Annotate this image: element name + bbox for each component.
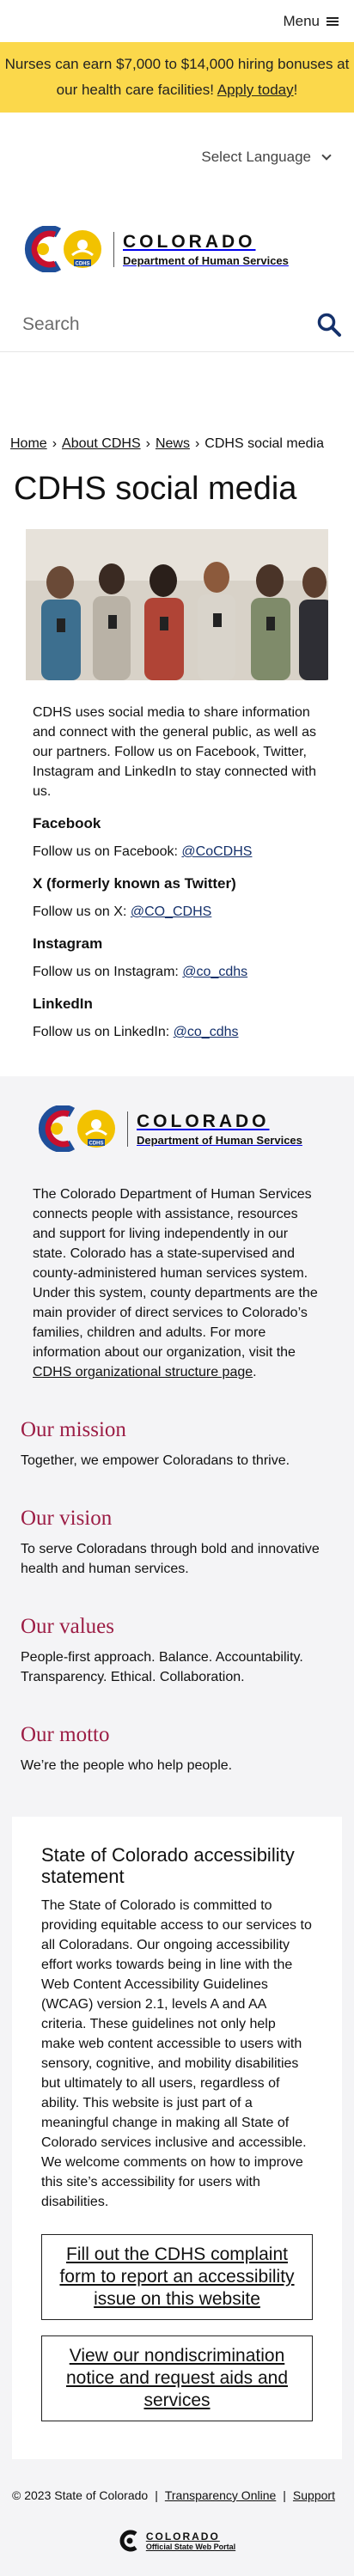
x-paragraph: Follow us on X: @CO_CDHS bbox=[33, 902, 321, 922]
apply-today-link[interactable]: Apply today bbox=[217, 82, 294, 98]
colorado-c-icon: CDHS bbox=[24, 226, 101, 272]
top-bar: Menu bbox=[0, 0, 354, 42]
cdhs-logo[interactable]: CDHS COLORADO Department of Human Servic… bbox=[21, 226, 289, 272]
accessibility-statement: State of Colorado accessibility statemen… bbox=[12, 1817, 342, 2459]
footer-links: © 2023 State of Colorado | Transparency On… bbox=[12, 2488, 342, 2502]
motto-heading: Our motto bbox=[21, 1723, 110, 1746]
page-title: CDHS social media bbox=[14, 471, 297, 507]
main-content: Home › About CDHS › News › CDHS social media C… bbox=[0, 352, 354, 1042]
state-name: COLORADO bbox=[123, 231, 256, 252]
support-link[interactable]: Support bbox=[293, 2488, 335, 2502]
site-footer: CDHS COLORADO Department of Human Servic… bbox=[0, 1076, 354, 2576]
accessibility-heading: State of Colorado accessibility statemen… bbox=[41, 1844, 295, 1887]
vision-heading: Our vision bbox=[21, 1507, 113, 1530]
logo-text: COLORADO Department of Human Services bbox=[113, 231, 289, 267]
values-section: Our values People-first approach. Balanc… bbox=[0, 1615, 354, 1687]
badge-text: CDHS bbox=[75, 262, 89, 267]
hamburger-icon bbox=[327, 16, 339, 27]
intro-paragraph: CDHS uses social media to share informat… bbox=[33, 705, 316, 799]
instagram-link[interactable]: @co_cdhs bbox=[182, 965, 247, 979]
linkedin-heading: LinkedIn bbox=[33, 996, 93, 1012]
linkedin-paragraph: Follow us on LinkedIn: @co_cdhs bbox=[33, 1022, 321, 1042]
values-text: People-first approach. Balance. Accounta… bbox=[21, 1650, 303, 1684]
instagram-paragraph: Follow us on Instagram: @co_cdhs bbox=[33, 962, 321, 982]
accessibility-text: The State of Colorado is committed to pr… bbox=[41, 1898, 312, 2209]
footer-separator: | bbox=[283, 2488, 286, 2502]
footer-separator: | bbox=[155, 2488, 158, 2502]
breadcrumb-home[interactable]: Home bbox=[10, 436, 47, 451]
footer-cdhs-logo[interactable]: CDHS COLORADO Department of Human Servic… bbox=[0, 1092, 354, 1166]
values-heading: Our values bbox=[21, 1615, 114, 1638]
alert-banner: Nurses can earn $7,000 to $14,000 hiring… bbox=[0, 42, 354, 113]
language-selector[interactable]: Select Language bbox=[0, 113, 354, 201]
breadcrumb-separator: › bbox=[52, 436, 58, 451]
x-link[interactable]: @CO_CDHS bbox=[131, 904, 211, 919]
site-header: Menu Nurses can earn $7,000 to $14,000 h… bbox=[0, 0, 354, 352]
footer-department-name: Department of Human Services bbox=[137, 1133, 302, 1147]
people-with-phones-image bbox=[26, 529, 328, 680]
menu-label: Menu bbox=[283, 12, 320, 29]
breadcrumb-about[interactable]: About CDHS bbox=[62, 436, 141, 451]
search-icon[interactable] bbox=[316, 312, 342, 338]
breadcrumb-separator: › bbox=[145, 436, 150, 451]
portal-sub: Official State Web Portal bbox=[145, 2543, 236, 2551]
facebook-link[interactable]: @CoCDHS bbox=[181, 844, 252, 859]
breadcrumb-news[interactable]: News bbox=[156, 436, 190, 451]
alert-suffix: ! bbox=[293, 82, 298, 98]
colorado-c-icon bbox=[119, 2530, 137, 2552]
motto-text: We’re the people who help people. bbox=[21, 1758, 233, 1773]
state-portal-text: COLORADO Official State Web Portal bbox=[146, 2530, 235, 2551]
motto-section: Our motto We’re the people who help peop… bbox=[0, 1723, 354, 1775]
instagram-heading: Instagram bbox=[33, 935, 103, 952]
about-end: . bbox=[253, 1365, 257, 1379]
department-name: Department of Human Services bbox=[123, 253, 289, 267]
hero-image bbox=[26, 529, 328, 680]
linkedin-text: Follow us on LinkedIn: bbox=[33, 1025, 174, 1039]
footer-logo-text: COLORADO Department of Human Services bbox=[127, 1111, 302, 1147]
menu-button[interactable]: Menu bbox=[283, 13, 339, 30]
facebook-text: Follow us on Facebook: bbox=[33, 844, 182, 859]
breadcrumb-separator: › bbox=[194, 436, 200, 451]
org-structure-link[interactable]: CDHS organizational structure page bbox=[33, 1365, 253, 1379]
vision-section: Our vision To serve Coloradans through b… bbox=[0, 1507, 354, 1579]
facebook-paragraph: Follow us on Facebook: @CoCDHS bbox=[33, 842, 321, 862]
nondiscrimination-button[interactable]: View our nondiscrimination notice and re… bbox=[41, 2335, 313, 2421]
about-text: The Colorado Department of Human Service… bbox=[33, 1187, 318, 1360]
x-heading: X (formerly known as Twitter) bbox=[33, 875, 236, 892]
transparency-link[interactable]: Transparency Online bbox=[165, 2488, 276, 2502]
x-text: Follow us on X: bbox=[33, 904, 131, 919]
search-input[interactable] bbox=[22, 314, 280, 335]
copyright: © 2023 State of Colorado bbox=[12, 2488, 149, 2502]
mission-text: Together, we empower Coloradans to thriv… bbox=[21, 1453, 290, 1468]
brand-area: CDHS COLORADO Department of Human Servic… bbox=[0, 201, 354, 297]
bottom-bar: © 2023 State of Colorado | Transparency On… bbox=[0, 2473, 354, 2576]
mission-section: Our mission Together, we empower Colorad… bbox=[0, 1418, 354, 1471]
about-paragraph: The Colorado Department of Human Service… bbox=[0, 1166, 354, 1382]
mission-heading: Our mission bbox=[21, 1418, 126, 1441]
portal-name: COLORADO bbox=[145, 2530, 220, 2543]
accessibility-complaint-button[interactable]: Fill out the CDHS complaint form to repo… bbox=[41, 2234, 313, 2320]
search-bar bbox=[0, 297, 354, 352]
linkedin-link[interactable]: @co_cdhs bbox=[174, 1025, 239, 1039]
facebook-heading: Facebook bbox=[33, 815, 101, 831]
instagram-text: Follow us on Instagram: bbox=[33, 965, 183, 979]
chevron-down-icon bbox=[321, 149, 332, 161]
article-body: CDHS uses social media to share informat… bbox=[0, 680, 354, 1042]
footer-state-name: COLORADO bbox=[137, 1111, 270, 1131]
breadcrumb: Home › About CDHS › News › CDHS social media bbox=[0, 352, 354, 462]
badge-text: CDHS bbox=[88, 1142, 103, 1147]
state-portal-logo[interactable]: COLORADO Official State Web Portal bbox=[12, 2502, 342, 2576]
vision-text: To serve Coloradans through bold and inn… bbox=[21, 1542, 320, 1576]
breadcrumb-current: CDHS social media bbox=[204, 436, 324, 451]
colorado-c-icon: CDHS bbox=[38, 1105, 115, 1152]
language-label: Select Language bbox=[201, 148, 311, 165]
